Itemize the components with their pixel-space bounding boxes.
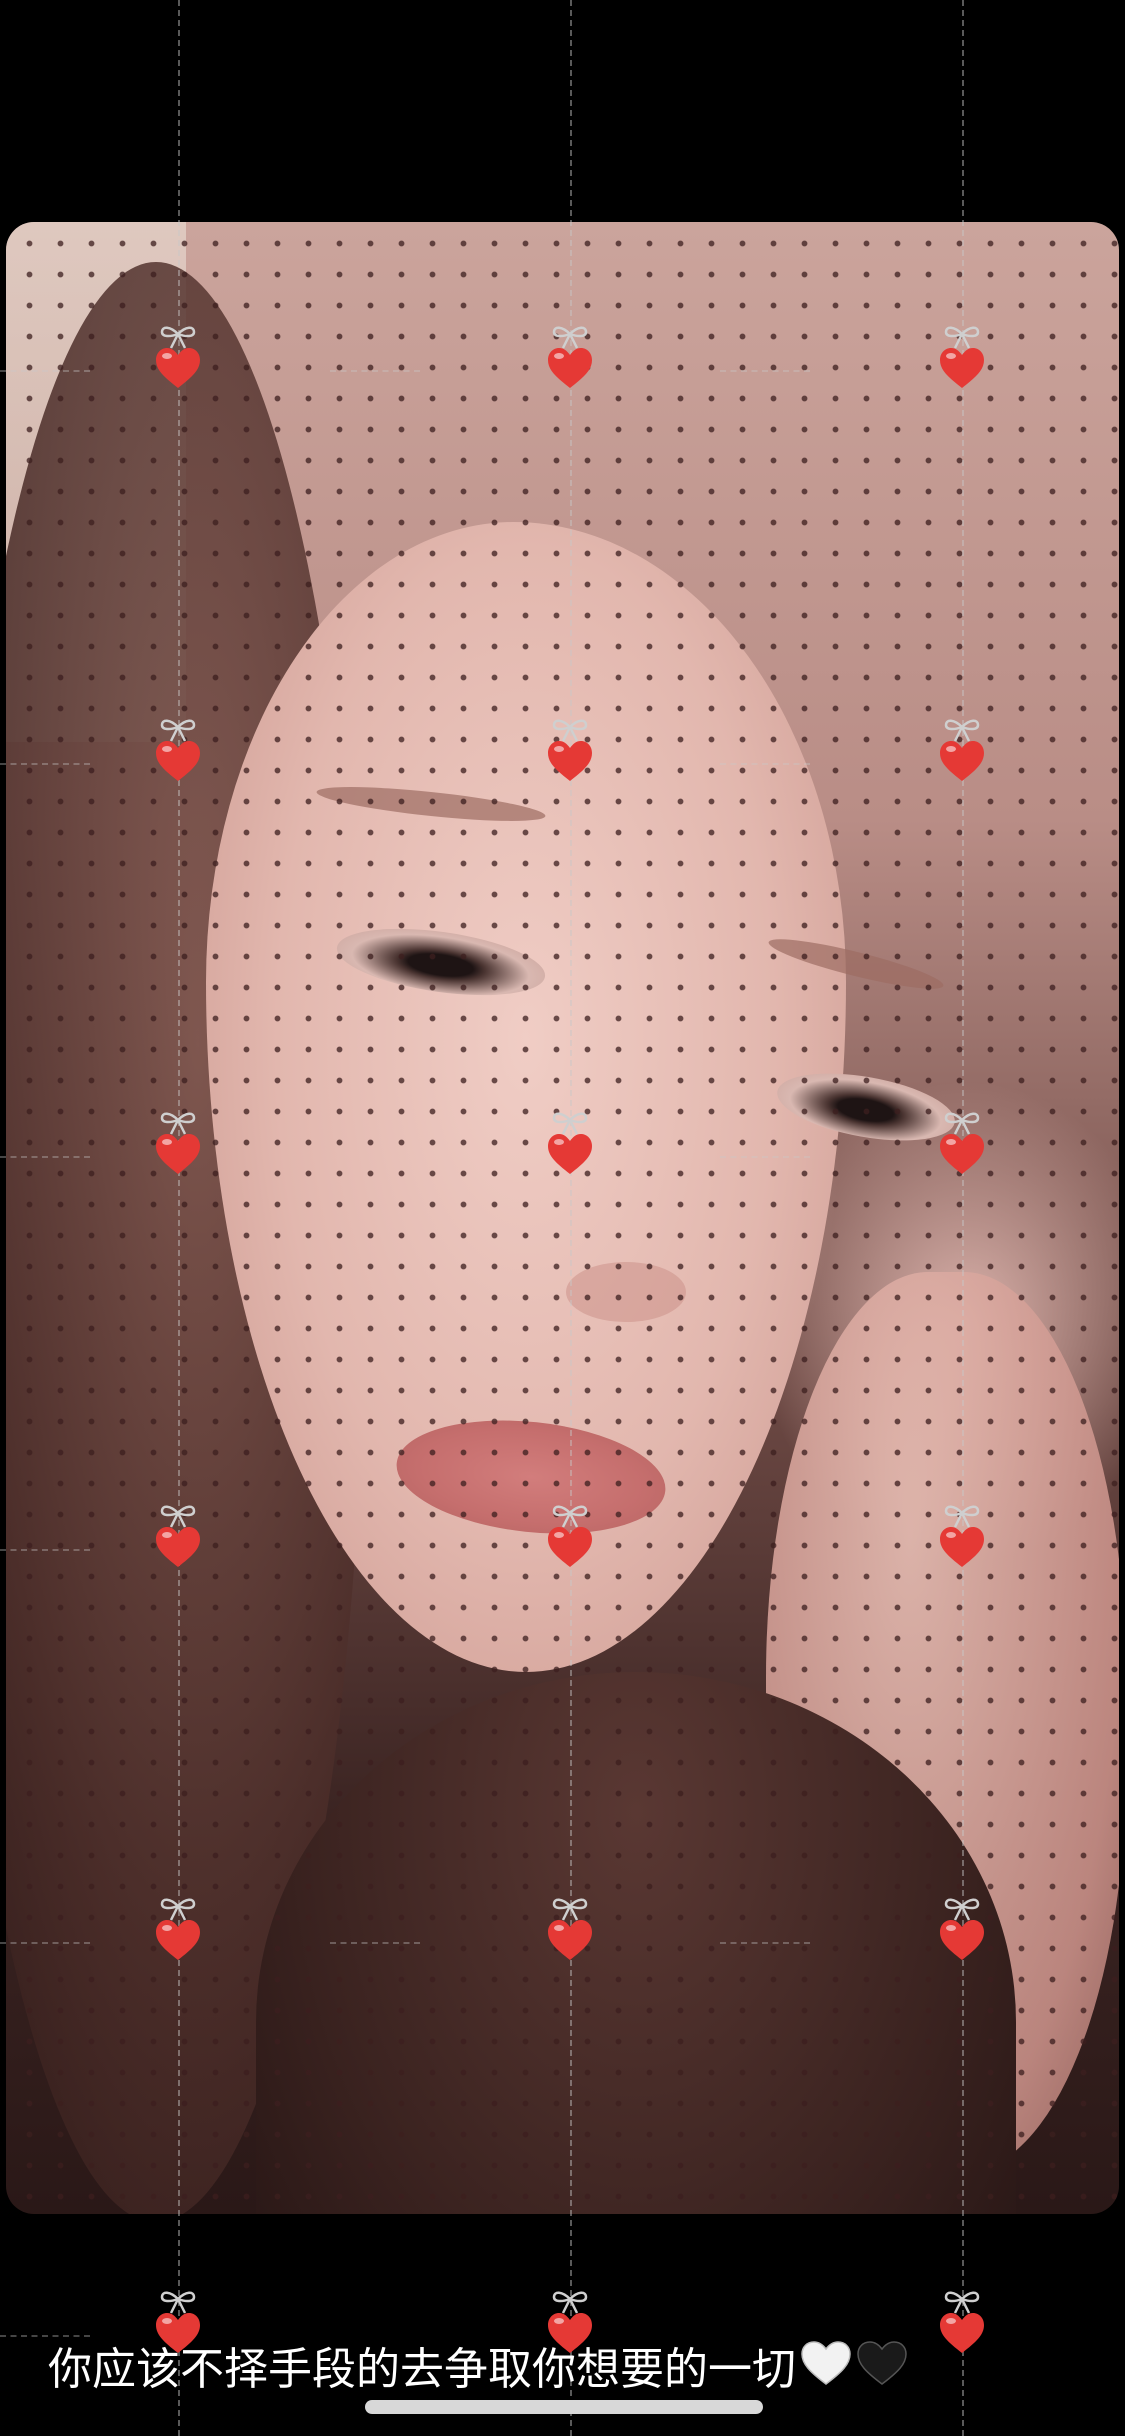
- white-heart-icon: [800, 2340, 852, 2404]
- cherry-heart-icon: [544, 715, 596, 785]
- dashed-line: [0, 763, 90, 765]
- cherry-heart-icon: [936, 1108, 988, 1178]
- cherry-heart-icon: [152, 1108, 204, 1178]
- dashed-line: [330, 370, 420, 372]
- cherry-heart-icon: [152, 1501, 204, 1571]
- cherry-heart-icon: [936, 322, 988, 392]
- cherry-heart-icon: [152, 322, 204, 392]
- cherry-heart-icon: [544, 1894, 596, 1964]
- photo-nose: [566, 1262, 686, 1322]
- cherry-heart-icon: [544, 1108, 596, 1178]
- dashed-line: [330, 1942, 420, 1944]
- cherry-heart-icon: [152, 715, 204, 785]
- dashed-line: [0, 1549, 90, 1551]
- dashed-line: [720, 1156, 810, 1158]
- cherry-heart-icon: [936, 1894, 988, 1964]
- lock-screen-wallpaper: 你应该不择手段的去争取你想要的一切: [0, 0, 1125, 2436]
- black-heart-icon: [856, 2340, 908, 2404]
- cherry-heart-icon: [936, 2287, 988, 2357]
- cherry-heart-icon: [936, 1501, 988, 1571]
- dashed-line: [720, 1942, 810, 1944]
- cherry-heart-icon: [152, 1894, 204, 1964]
- caption-text: 你应该不择手段的去争取你想要的一切: [48, 2344, 796, 2395]
- dashed-line: [0, 1942, 90, 1944]
- cherry-heart-icon: [544, 1501, 596, 1571]
- dashed-line: [0, 370, 90, 372]
- cherry-heart-icon: [544, 322, 596, 392]
- dashed-line: [0, 2335, 90, 2337]
- home-indicator[interactable]: [365, 2400, 763, 2414]
- dashed-line: [720, 370, 810, 372]
- dashed-line: [0, 1156, 90, 1158]
- dashed-line: [720, 763, 810, 765]
- wallpaper-caption: 你应该不择手段的去争取你想要的一切: [48, 2340, 908, 2404]
- cherry-heart-icon: [936, 715, 988, 785]
